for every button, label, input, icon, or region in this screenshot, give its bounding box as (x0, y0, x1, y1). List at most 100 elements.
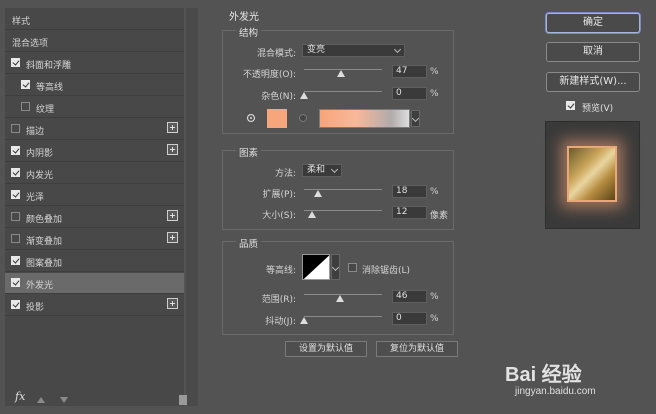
sidebar-item-checkbox[interactable] (11, 146, 20, 155)
sidebar-item-checkbox[interactable] (11, 124, 20, 133)
sidebar-item[interactable]: 图案叠加 (5, 251, 184, 272)
noise-slider[interactable] (304, 91, 382, 92)
sidebar-item[interactable]: 内发光 (5, 163, 184, 184)
jitter-unit: % (430, 314, 439, 324)
structure-title: 结构 (236, 25, 262, 39)
sidebar-item-label: 混合选项 (12, 39, 49, 49)
sidebar-item[interactable]: 投影 (5, 295, 184, 316)
noise-input[interactable]: 0 (392, 87, 427, 100)
sidebar-item-checkbox[interactable] (11, 168, 20, 177)
sidebar-item[interactable]: 斜面和浮雕 (5, 53, 184, 74)
spread-slider-thumb[interactable] (314, 190, 323, 197)
contour-dropdown[interactable] (331, 254, 340, 280)
chevron-down-icon (393, 45, 402, 54)
panel-scrollbar[interactable] (186, 8, 198, 406)
size-slider-thumb[interactable] (308, 211, 316, 218)
cancel-button[interactable]: 取消 (546, 42, 640, 62)
opacity-input[interactable]: 47 (392, 65, 427, 78)
fx-icon[interactable]: fx (15, 390, 25, 403)
jitter-input[interactable]: 0 (392, 312, 427, 325)
trash-icon[interactable] (179, 395, 187, 405)
blend-mode-select[interactable]: 变亮 (302, 44, 405, 57)
style-preview (545, 121, 640, 229)
opacity-slider-thumb[interactable] (336, 70, 345, 77)
new-style-button[interactable]: 新建样式(W)... (546, 72, 640, 92)
spread-label: 扩展(P): (262, 190, 296, 200)
sidebar-item-label: 内阴影 (26, 149, 54, 159)
make-default-button[interactable]: 设置为默认值 (285, 341, 367, 357)
sidebar-item[interactable]: 等高线 (5, 75, 184, 96)
sidebar-item-label: 内发光 (26, 171, 54, 181)
sidebar-item-label: 等高线 (36, 83, 64, 93)
sidebar-item-label: 纹理 (36, 105, 55, 115)
sidebar-item-checkbox[interactable] (11, 300, 20, 309)
sidebar-item[interactable]: 样式 (5, 9, 184, 30)
sidebar-item-checkbox[interactable] (11, 278, 20, 287)
gradient-radio[interactable] (299, 114, 307, 122)
jitter-slider[interactable] (304, 316, 382, 317)
sidebar-item[interactable]: 颜色叠加 (5, 207, 184, 228)
contour-label: 等高线: (265, 266, 296, 276)
range-slider-thumb[interactable] (335, 295, 344, 302)
antialias-label: 消除锯齿(L) (362, 266, 411, 276)
range-input[interactable]: 46 (392, 290, 427, 303)
sidebar-item[interactable]: 光泽 (5, 185, 184, 206)
antialias-checkbox[interactable] (348, 263, 357, 272)
opacity-label: 不透明度(O): (242, 70, 296, 80)
sidebar-item-label: 样式 (12, 17, 31, 27)
reset-default-button[interactable]: 复位为默认值 (376, 341, 458, 357)
sidebar-item-checkbox[interactable] (11, 58, 20, 67)
chevron-down-icon (411, 114, 420, 123)
add-effect-icon[interactable] (167, 122, 178, 133)
sidebar-item-label: 描边 (26, 127, 45, 137)
technique-select[interactable]: 柔和 (302, 164, 342, 177)
sidebar-item[interactable]: 内阴影 (5, 141, 184, 162)
elements-title: 图素 (236, 145, 262, 159)
sidebar-item[interactable]: 渐变叠加 (5, 229, 184, 250)
sidebar-item[interactable]: 描边 (5, 119, 184, 140)
sidebar-item-label: 斜面和浮雕 (26, 61, 72, 71)
sidebar-item[interactable]: 混合选项 (5, 31, 184, 52)
glow-color-swatch[interactable] (267, 109, 287, 128)
sidebar-item[interactable]: 外发光 (5, 273, 184, 294)
watermark-brand: Bai 经验 (505, 364, 582, 386)
size-input[interactable]: 12 (392, 206, 427, 219)
sidebar-item-label: 图案叠加 (26, 259, 63, 269)
sidebar-item-checkbox[interactable] (21, 102, 30, 111)
sidebar-item-label: 渐变叠加 (26, 237, 63, 247)
add-effect-icon[interactable] (167, 232, 178, 243)
sidebar-item-checkbox[interactable] (11, 256, 20, 265)
spread-input[interactable]: 18 (392, 185, 427, 198)
size-label: 大小(S): (262, 211, 296, 221)
add-effect-icon[interactable] (167, 298, 178, 309)
range-label: 范围(R): (261, 295, 296, 305)
add-effect-icon[interactable] (167, 144, 178, 155)
noise-label: 杂色(N): (261, 92, 296, 102)
jitter-slider-thumb[interactable] (300, 317, 308, 324)
spread-unit: % (430, 187, 439, 197)
preview-swatch (567, 146, 617, 202)
sidebar-item-checkbox[interactable] (11, 212, 20, 221)
gradient-preview[interactable] (319, 109, 410, 128)
sidebar-item[interactable]: 纹理 (5, 97, 184, 118)
move-down-icon[interactable] (60, 397, 68, 403)
move-up-icon[interactable] (37, 397, 45, 403)
technique-label: 方法: (274, 169, 296, 179)
gradient-dropdown[interactable] (411, 110, 420, 127)
opacity-unit: % (430, 67, 439, 77)
jitter-label: 抖动(J): (265, 317, 296, 327)
size-unit: 像素 (430, 211, 449, 221)
ok-button[interactable]: 确定 (546, 13, 640, 33)
add-effect-icon[interactable] (167, 210, 178, 221)
noise-slider-thumb[interactable] (300, 92, 308, 99)
sidebar-item-checkbox[interactable] (11, 190, 20, 199)
blend-mode-label: 混合模式: (256, 49, 296, 59)
sidebar-item-checkbox[interactable] (21, 80, 30, 89)
sidebar-item-checkbox[interactable] (11, 234, 20, 243)
sidebar-item-label: 投影 (26, 303, 45, 313)
contour-preview[interactable] (302, 254, 330, 280)
preview-label: 预览(V) (582, 104, 614, 114)
preview-checkbox[interactable] (566, 101, 575, 110)
color-radio[interactable] (247, 114, 255, 122)
range-unit: % (430, 292, 439, 302)
